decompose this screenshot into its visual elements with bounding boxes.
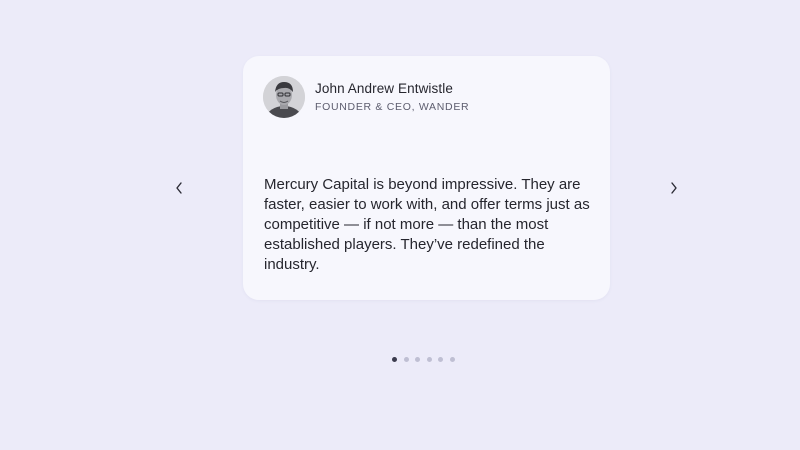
testimonial-carousel: John Andrew Entwistle FOUNDER & CEO, WAN…	[0, 0, 800, 450]
testimonial-quote: Mercury Capital is beyond impressive. Th…	[264, 176, 590, 273]
author-name: John Andrew Entwistle	[315, 81, 453, 96]
pagination-dot[interactable]	[415, 357, 420, 362]
chevron-right-icon	[671, 182, 677, 194]
carousel-pagination	[392, 357, 455, 362]
author-title: FOUNDER & CEO, WANDER	[315, 101, 470, 113]
author-avatar	[263, 76, 305, 118]
pagination-dot[interactable]	[392, 357, 397, 362]
pagination-dot[interactable]	[438, 357, 443, 362]
testimonial-card: John Andrew Entwistle FOUNDER & CEO, WAN…	[243, 56, 610, 300]
pagination-dot[interactable]	[403, 357, 409, 362]
person-photo-icon	[263, 76, 305, 118]
pagination-dot[interactable]	[449, 357, 455, 362]
chevron-left-icon	[176, 182, 182, 194]
previous-slide-button[interactable]	[169, 178, 189, 198]
pagination-dot[interactable]	[426, 357, 432, 362]
next-slide-button[interactable]	[664, 178, 684, 198]
